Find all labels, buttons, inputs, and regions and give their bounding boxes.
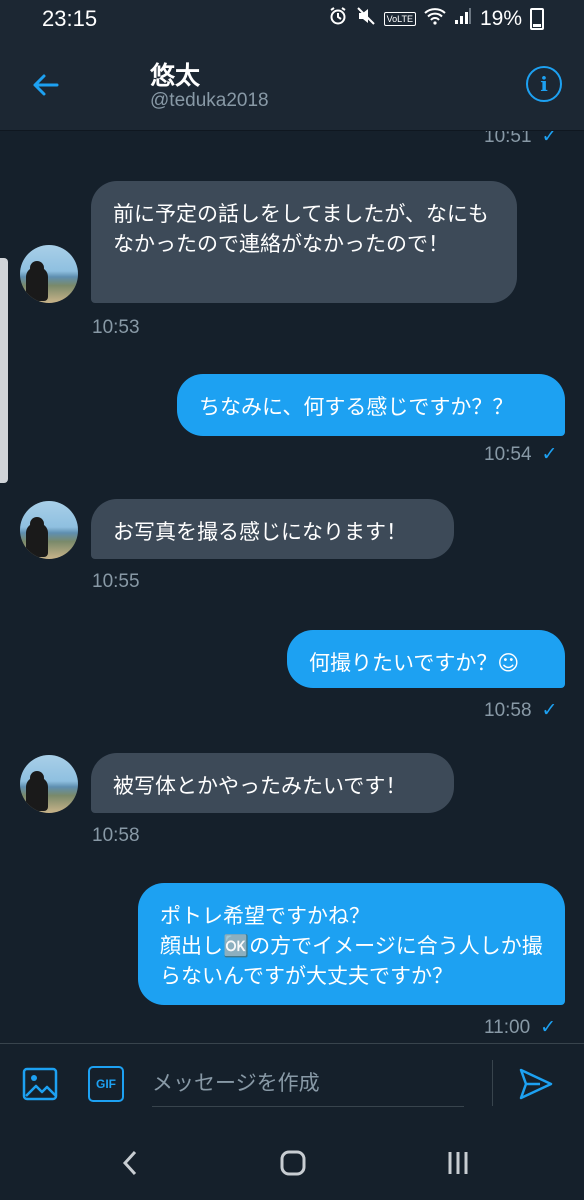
- recents-icon: [448, 1152, 468, 1174]
- message-timestamp: 10:58: [92, 825, 140, 846]
- checkmark-icon: ✓: [541, 444, 558, 465]
- message-bubble-incoming[interactable]: 被写体とかやったみたいです！: [91, 753, 454, 813]
- send-button[interactable]: [518, 1066, 558, 1102]
- message-bubble-outgoing[interactable]: ポトレ希望ですかね？ 顔出し🆗の方でイメージに合う人しか撮らないんですが大丈夫で…: [138, 883, 565, 1005]
- avatar[interactable]: [20, 245, 78, 303]
- status-time: 23:15: [42, 6, 98, 31]
- checkmark-icon: ✓: [540, 1017, 557, 1038]
- wifi-icon: [424, 7, 446, 31]
- mute-icon: [356, 6, 376, 32]
- nav-home-button[interactable]: [271, 1141, 315, 1185]
- message-bubble-outgoing[interactable]: 何撮りたいですか？☺: [287, 630, 565, 688]
- message-timestamp: 11:00 ✓: [484, 1017, 557, 1038]
- add-image-button[interactable]: [22, 1066, 58, 1102]
- battery-percent: 19%: [479, 7, 522, 30]
- message-bubble-outgoing[interactable]: ちなみに、何する感じですか？？: [177, 374, 565, 436]
- avatar[interactable]: [20, 755, 78, 813]
- back-button[interactable]: [22, 62, 68, 108]
- info-button[interactable]: i: [526, 66, 562, 102]
- message-composer: GIF: [0, 1043, 584, 1124]
- contact-name: 悠太: [150, 61, 201, 90]
- home-icon: [280, 1150, 306, 1176]
- nav-back-button[interactable]: [108, 1141, 152, 1185]
- message-bubble-incoming[interactable]: 前に予定の話しをしてましたが、なにもなかったので連絡がなかったので！: [91, 181, 517, 303]
- checkmark-icon: ✓: [541, 131, 558, 147]
- message-input[interactable]: [152, 1060, 464, 1107]
- nav-recents-button[interactable]: [436, 1141, 480, 1185]
- message-timestamp: 10:51 ✓: [484, 131, 557, 148]
- image-icon: [22, 1067, 58, 1101]
- battery-icon: [530, 8, 544, 30]
- status-icons: VoLTE 19%: [328, 6, 544, 32]
- checkmark-icon: ✓: [541, 700, 558, 721]
- signal-icon: [454, 7, 472, 31]
- divider: [492, 1060, 493, 1106]
- message-list[interactable]: 10:51 ✓ 前に予定の話しをしてましたが、なにもなかったので連絡がなかったので…: [0, 131, 584, 1043]
- send-icon: [519, 1068, 553, 1100]
- message-bubble-incoming[interactable]: お写真を撮る感じになります！: [91, 499, 454, 559]
- chevron-left-icon: [122, 1150, 137, 1176]
- message-timestamp: 10:55: [92, 571, 140, 592]
- gif-button[interactable]: GIF: [88, 1066, 124, 1102]
- system-nav-bar: [0, 1123, 584, 1200]
- avatar[interactable]: [20, 501, 78, 559]
- arrow-left-icon: [33, 74, 59, 96]
- alarm-icon: [328, 6, 348, 32]
- message-timestamp: 10:53: [92, 317, 140, 338]
- message-timestamp: 10:58 ✓: [484, 700, 558, 721]
- volte-badge: VoLTE: [383, 12, 416, 26]
- conversation-header: 悠太 @teduka2018 i: [0, 40, 584, 131]
- status-bar: 23:15 VoLTE 19%: [0, 0, 584, 40]
- scrollbar-thumb[interactable]: [0, 258, 8, 483]
- contact-handle: @teduka2018: [150, 90, 269, 111]
- message-timestamp: 10:54 ✓: [484, 444, 558, 465]
- info-icon: i: [540, 72, 548, 96]
